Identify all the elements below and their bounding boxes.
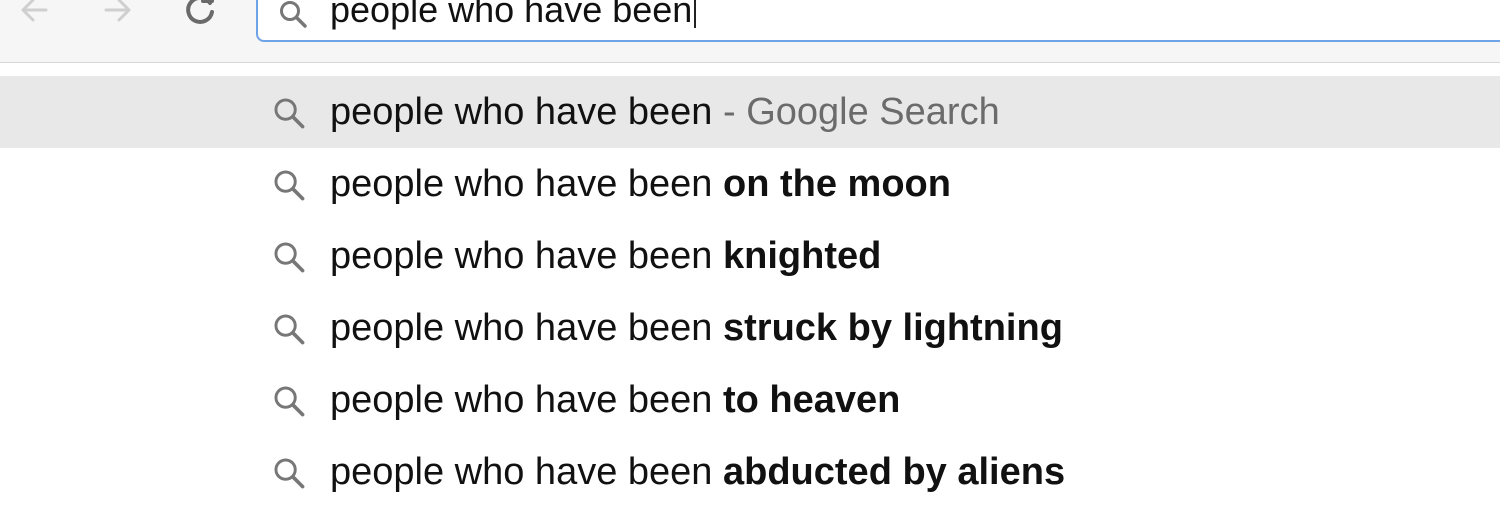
- suggestion-completion: knighted: [723, 235, 882, 277]
- suggestion-prefix: people who have been: [330, 91, 713, 133]
- suggestion-text: people who have been on the moon: [330, 163, 951, 205]
- omnibox-query-text: people who have been: [330, 0, 693, 30]
- suggestion-item[interactable]: people who have been to heaven: [0, 364, 1500, 436]
- suggestion-prefix: people who have been: [330, 235, 723, 277]
- omnibox-input[interactable]: people who have been: [330, 0, 697, 30]
- suggestion-completion: struck by lightning: [723, 307, 1063, 349]
- suggestion-prefix: people who have been: [330, 163, 723, 205]
- suggestion-completion: to heaven: [723, 379, 901, 421]
- arrow-left-icon: [21, 0, 48, 22]
- arrow-right-icon: [104, 0, 131, 22]
- suggestion-item[interactable]: people who have been struck by lightning: [0, 292, 1500, 364]
- search-icon: [272, 240, 306, 279]
- search-icon: [272, 96, 306, 135]
- reload-icon: [186, 0, 214, 24]
- search-icon: [272, 312, 306, 351]
- suggestion-item[interactable]: people who have been knighted: [0, 220, 1500, 292]
- suggestion-text: people who have been to heaven: [330, 379, 900, 421]
- reload-button[interactable]: [178, 0, 222, 32]
- search-icon: [272, 384, 306, 423]
- search-icon: [272, 456, 306, 495]
- suggestion-prefix: people who have been: [330, 379, 723, 421]
- text-caret: [694, 0, 697, 28]
- suggestion-dropdown: people who have been - Google Search peop…: [0, 76, 1500, 508]
- suggestion-text: people who have been - Google Search: [330, 91, 1000, 133]
- suggestion-item[interactable]: people who have been - Google Search: [0, 76, 1500, 148]
- suggestion-hint: - Google Search: [712, 91, 1000, 133]
- suggestion-item[interactable]: people who have been on the moon: [0, 148, 1500, 220]
- suggestion-text: people who have been knighted: [330, 235, 881, 277]
- suggestion-prefix: people who have been: [330, 307, 723, 349]
- search-icon: [272, 168, 306, 207]
- suggestion-completion: on the moon: [723, 163, 951, 205]
- forward-button[interactable]: [96, 0, 140, 32]
- search-icon: [280, 1, 307, 28]
- browser-toolbar: people who have been: [0, 0, 1500, 63]
- suggestion-item[interactable]: people who have been abducted by aliens: [0, 436, 1500, 508]
- suggestion-completion: abducted by aliens: [723, 451, 1066, 493]
- suggestion-text: people who have been struck by lightning: [330, 307, 1063, 349]
- suggestion-prefix: people who have been: [330, 451, 723, 493]
- omnibox[interactable]: people who have been: [256, 0, 1500, 42]
- back-button[interactable]: [12, 0, 56, 32]
- suggestion-text: people who have been abducted by aliens: [330, 451, 1065, 493]
